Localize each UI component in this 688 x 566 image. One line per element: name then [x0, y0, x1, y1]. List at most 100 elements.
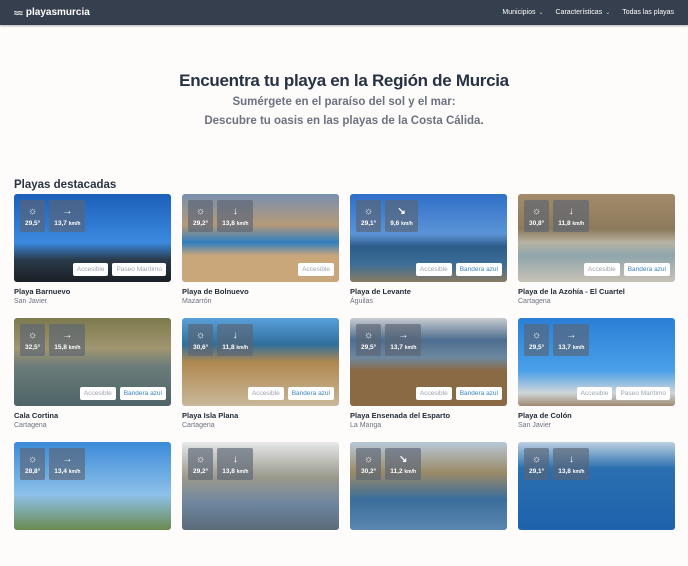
beach-town: La Manga [350, 422, 382, 429]
temperature-badge: ☼ 32,5° [20, 324, 46, 356]
sun-icon: ☼ [364, 453, 374, 465]
beach-image[interactable]: ☼ 28,8° → 13,4 km/h [14, 442, 171, 530]
wind-badge: → 13,7 km/h [553, 324, 590, 356]
wind-arrow-icon: ↓ [232, 329, 238, 341]
chevron-down-icon: ⌄ [538, 10, 544, 16]
nav-caracteristicas[interactable]: Características ⌄ [556, 9, 611, 16]
wind-arrow-icon: ↓ [568, 205, 574, 217]
beach-grid: ☼ 29,5° → 13,7 km/h Accesible Paseo Marítim… [14, 194, 675, 566]
logo-link[interactable]: ≈≈ playasmurcia [14, 7, 90, 18]
wind-arrow-icon: → [62, 453, 73, 465]
wind-badge: ↓ 13,8 km/h [217, 200, 254, 232]
beach-name[interactable]: Playa de Bolnuevo [182, 287, 339, 296]
beach-image[interactable]: ☼ 29,5° → 13,7 km/h Accesible Bandera azul [350, 318, 507, 406]
top-navbar: ≈≈ playasmurcia Municipios ⌄ Característic… [0, 0, 688, 25]
beach-image[interactable]: ☼ 29,1° ↘ 9,6 km/h Accesible Bandera azul [350, 194, 507, 282]
beach-town: San Javier [518, 422, 552, 429]
wind-arrow-icon: ↓ [568, 453, 574, 465]
feature-tag: Bandera azul [287, 387, 334, 400]
sun-icon: ☼ [364, 205, 374, 217]
temperature-badge: ☼ 30,6° [188, 324, 214, 356]
beach-card[interactable]: ☼ 29,1° ↘ 9,6 km/h Accesible Bandera azul P… [350, 194, 507, 318]
beach-name[interactable]: Playa Barnuevo [14, 287, 171, 296]
beach-town: Cartagena [14, 422, 47, 429]
feature-tag: Paseo Marítimo [616, 387, 670, 400]
beach-card[interactable]: ☼ 32,5° → 15,8 km/h Accesible Bandera azul … [14, 318, 171, 442]
section-title: Playas destacadas [14, 179, 117, 191]
wind-badge: ↓ 13,8 km/h [553, 448, 590, 480]
nav-todas-las-playas[interactable]: Todas las playas [622, 9, 674, 16]
hero: Encuentra tu playa en la Región de Murci… [0, 71, 688, 129]
wind-badge: ↘ 9,6 km/h [385, 200, 418, 232]
wind-badge: ↓ 13,8 km/h [217, 448, 254, 480]
beach-card[interactable]: ☼ 29,5° → 13,7 km/h Accesible Paseo Marítim… [14, 194, 171, 318]
logo-text: playasmurcia [25, 7, 90, 18]
wind-arrow-icon: ↘ [398, 453, 408, 465]
temperature-badge: ☼ 30,2° [356, 448, 382, 480]
chevron-down-icon: ⌄ [605, 10, 611, 16]
beach-town: San Javier [14, 298, 48, 305]
temperature-badge: ☼ 29,2° [188, 448, 214, 480]
beach-name[interactable]: Cala Cortina [14, 411, 171, 420]
beach-card[interactable]: ☼ 29,2° ↓ 13,8 km/h [182, 442, 339, 566]
wind-badge: ↓ 11,8 km/h [217, 324, 254, 356]
sun-icon: ☼ [196, 329, 206, 341]
sun-icon: ☼ [196, 205, 206, 217]
feature-tag: Bandera azul [455, 387, 502, 400]
temperature-badge: ☼ 29,5° [20, 200, 46, 232]
beach-card[interactable]: ☼ 29,5° → 13,7 km/h Accesible Bandera azul … [350, 318, 507, 442]
sun-icon: ☼ [28, 329, 38, 341]
feature-tag: Accesible [247, 387, 284, 400]
temperature-badge: ☼ 30,8° [524, 200, 550, 232]
beach-image[interactable]: ☼ 32,5° → 15,8 km/h Accesible Bandera azul [14, 318, 171, 406]
beach-name[interactable]: Playa de la Azohía - El Cuartel [518, 287, 675, 296]
feature-tag: Bandera azul [623, 263, 670, 276]
beach-card[interactable]: ☼ 30,2° ↘ 11,2 km/h [350, 442, 507, 566]
feature-tag: Accesible [79, 387, 116, 400]
beach-name[interactable]: Playa Isla Plana [182, 411, 339, 420]
hero-subtitle-1: Sumérgete en el paraíso del sol y el mar… [232, 96, 456, 108]
beach-town: Águilas [350, 298, 373, 305]
beach-name[interactable]: Playa de Levante [350, 287, 507, 296]
beach-image[interactable]: ☼ 29,5° → 13,7 km/h Accesible Paseo Marítim… [14, 194, 171, 282]
temperature-badge: ☼ 29,5° [524, 324, 550, 356]
beach-name[interactable]: Playa de Colón [518, 411, 675, 420]
feature-tag: Bandera azul [119, 387, 166, 400]
beach-name[interactable]: Playa Ensenada del Esparto [350, 411, 507, 420]
feature-tag: Accesible [415, 387, 452, 400]
beach-image[interactable]: ☼ 29,1° ↓ 13,8 km/h [518, 442, 675, 530]
beach-town: Cartagena [518, 298, 551, 305]
beach-card[interactable]: ☼ 30,6° ↓ 11,8 km/h Accesible Bandera azul … [182, 318, 339, 442]
beach-card[interactable]: ☼ 28,8° → 13,4 km/h [14, 442, 171, 566]
feature-tag: Accesible [72, 263, 109, 276]
beach-card[interactable]: ☼ 29,1° ↓ 13,8 km/h [518, 442, 675, 566]
beach-image[interactable]: ☼ 30,6° ↓ 11,8 km/h Accesible Bandera azul [182, 318, 339, 406]
beach-image[interactable]: ☼ 29,2° ↓ 13,8 km/h [182, 442, 339, 530]
temperature-badge: ☼ 29,1° [524, 448, 550, 480]
sun-icon: ☼ [532, 329, 542, 341]
sun-icon: ☼ [196, 453, 206, 465]
feature-tag: Accesible [298, 263, 334, 276]
waves-icon: ≈≈ [14, 7, 23, 18]
beach-card[interactable]: ☼ 29,5° → 13,7 km/h Accesible Paseo Marítim… [518, 318, 675, 442]
feature-tag: Accesible [415, 263, 452, 276]
hero-subtitle-2: Descubre tu oasis en las playas de la Co… [204, 115, 484, 127]
beach-image[interactable]: ☼ 30,2° ↘ 11,2 km/h [350, 442, 507, 530]
wind-badge: ↘ 11,2 km/h [385, 448, 422, 480]
beach-image[interactable]: ☼ 29,5° → 13,7 km/h Accesible Paseo Marítim… [518, 318, 675, 406]
sun-icon: ☼ [364, 329, 374, 341]
sun-icon: ☼ [532, 205, 542, 217]
beach-image[interactable]: ☼ 29,2° ↓ 13,8 km/h Accesible [182, 194, 339, 282]
wind-badge: → 15,8 km/h [49, 324, 86, 356]
wind-arrow-icon: → [398, 329, 409, 341]
wind-arrow-icon: ↘ [397, 205, 406, 217]
beach-card[interactable]: ☼ 30,8° ↓ 11,8 km/h Accesible Bandera azul … [518, 194, 675, 318]
beach-card[interactable]: ☼ 29,2° ↓ 13,8 km/h Accesible Playa de Bol… [182, 194, 339, 318]
nav-municipios[interactable]: Municipios ⌄ [502, 9, 543, 16]
wind-badge: → 13,7 km/h [49, 200, 86, 232]
temperature-badge: ☼ 28,8° [20, 448, 46, 480]
sun-icon: ☼ [532, 453, 542, 465]
feature-tag: Accesible [576, 387, 613, 400]
wind-badge: ↓ 11,8 km/h [553, 200, 590, 232]
beach-image[interactable]: ☼ 30,8° ↓ 11,8 km/h Accesible Bandera azul [518, 194, 675, 282]
